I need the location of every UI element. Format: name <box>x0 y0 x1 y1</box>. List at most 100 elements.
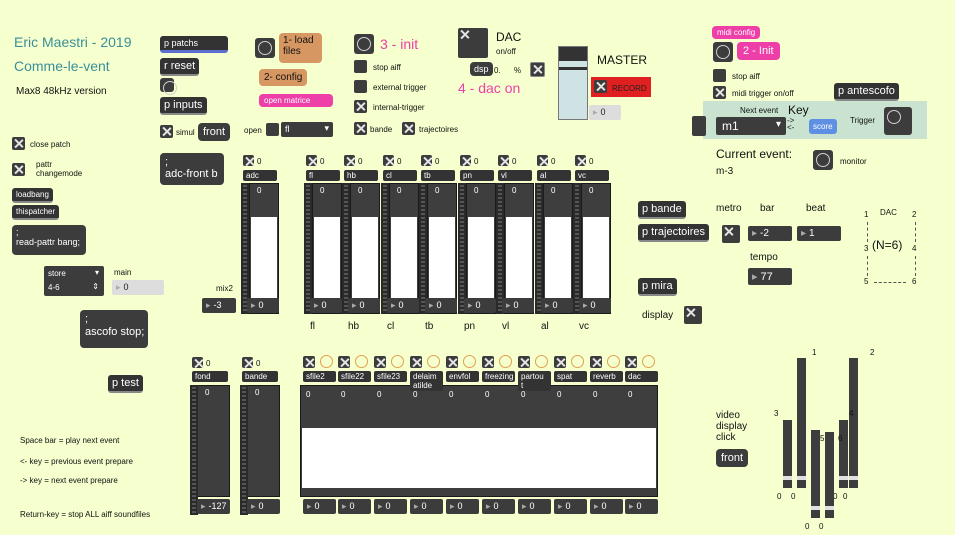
bande-toggle[interactable] <box>242 357 253 368</box>
display-toggle[interactable] <box>684 306 702 324</box>
speaker-slider[interactable] <box>783 420 792 488</box>
effect-toggle[interactable] <box>625 356 637 368</box>
channel-number[interactable]: 0 <box>310 298 342 313</box>
simul-toggle[interactable] <box>160 125 173 138</box>
thispatcher-object[interactable]: thispatcher <box>12 205 60 220</box>
store-umenu[interactable]: store ▾ 4-6 ⇕ <box>44 266 104 296</box>
effect-toggle[interactable] <box>518 356 530 368</box>
open-toggle[interactable] <box>266 123 279 136</box>
midi-trigger-toggle[interactable] <box>713 86 726 99</box>
effect-number[interactable]: 0 <box>518 499 551 514</box>
effect-toggle[interactable] <box>446 356 458 368</box>
channel-fader[interactable] <box>504 183 534 314</box>
open-dropdown[interactable]: fl ▾ <box>281 122 333 137</box>
channel-number[interactable]: 0 <box>541 298 573 313</box>
read-pattr-message[interactable]: ; read-pattr bang; <box>12 225 86 255</box>
master-number[interactable]: 0 <box>589 105 621 120</box>
channel-toggle[interactable] <box>575 155 586 166</box>
effect-toggle[interactable] <box>303 356 315 368</box>
dsp-toggle[interactable] <box>530 62 545 77</box>
effect-number[interactable]: 0 <box>303 499 336 514</box>
adc-front-message[interactable]: ; adc-front b <box>160 153 224 185</box>
channel-fader[interactable] <box>389 183 419 314</box>
beat-number[interactable]: 1 <box>797 226 841 241</box>
load-files-message[interactable]: 1- load files <box>279 33 322 63</box>
event-dropdown[interactable]: m1 ▾ <box>716 117 786 135</box>
pattr-toggle[interactable] <box>12 163 25 176</box>
effects-fader-panel[interactable] <box>300 385 658 497</box>
effect-toggle[interactable] <box>374 356 386 368</box>
speaker-slider[interactable] <box>825 432 834 518</box>
channel-number[interactable]: 0 <box>247 298 279 313</box>
effect-toggle[interactable] <box>410 356 422 368</box>
channel-fader[interactable] <box>312 183 342 314</box>
stop-aiff-toggle[interactable] <box>354 60 367 73</box>
channel-number[interactable]: 0 <box>387 298 419 313</box>
config-message[interactable]: 2- config <box>259 69 308 86</box>
effect-number[interactable]: 0 <box>446 499 479 514</box>
effect-number[interactable]: 0 <box>590 499 623 514</box>
channel-fader[interactable] <box>543 183 573 314</box>
ascofo-stop-message[interactable]: ; ascofo stop; <box>80 310 148 348</box>
p-bande-object[interactable]: p bande <box>638 201 686 219</box>
p-patchs-object[interactable]: p patchs <box>160 36 228 53</box>
effect-number[interactable]: 0 <box>625 499 658 514</box>
channel-fader[interactable] <box>581 183 611 314</box>
main-number[interactable]: 0 <box>112 280 164 295</box>
channel-number[interactable]: 0 <box>464 298 496 313</box>
channel-toggle[interactable] <box>243 155 254 166</box>
event-stepper[interactable] <box>692 116 706 136</box>
metro-toggle[interactable] <box>722 225 740 243</box>
dsp-message[interactable]: dsp <box>470 62 493 76</box>
channel-fader[interactable] <box>249 183 279 314</box>
mix2-number[interactable]: -3 <box>202 298 236 313</box>
p-inputs-object[interactable]: p inputs <box>160 97 207 115</box>
channel-number[interactable]: 0 <box>425 298 457 313</box>
channel-toggle[interactable] <box>306 155 317 166</box>
front-message[interactable]: front <box>198 123 231 141</box>
trajectoires-toggle[interactable] <box>402 122 415 135</box>
init2-message[interactable]: 2 - Init <box>737 42 780 60</box>
loadbang-object[interactable]: loadbang <box>12 188 53 203</box>
reset-bang[interactable] <box>160 78 177 95</box>
speaker-slider[interactable] <box>849 358 858 488</box>
open-matrice-message[interactable]: open matrice <box>259 94 333 107</box>
effect-toggle[interactable] <box>338 356 350 368</box>
effect-number[interactable]: 0 <box>374 499 407 514</box>
fond-number[interactable]: -127 <box>197 499 230 514</box>
bande-toggle[interactable] <box>354 122 367 135</box>
speaker-slider[interactable] <box>811 430 820 518</box>
external-trigger-toggle[interactable] <box>354 80 367 93</box>
master-slider[interactable] <box>558 46 588 120</box>
speaker-slider[interactable] <box>797 358 806 488</box>
channel-toggle[interactable] <box>344 155 355 166</box>
channel-toggle[interactable] <box>537 155 548 166</box>
dac-toggle[interactable] <box>458 28 488 58</box>
fond-toggle[interactable] <box>192 357 203 368</box>
p-test-object[interactable]: p test <box>108 375 143 393</box>
record-toggle[interactable] <box>594 80 607 93</box>
channel-number[interactable]: 0 <box>348 298 380 313</box>
effect-number[interactable]: 0 <box>338 499 371 514</box>
channel-toggle[interactable] <box>498 155 509 166</box>
midi-config-message[interactable]: midi config <box>712 26 761 39</box>
channel-number[interactable]: 0 <box>579 298 611 313</box>
monitor-bang[interactable] <box>813 150 833 170</box>
channel-toggle[interactable] <box>383 155 394 166</box>
r-reset-object[interactable]: r reset <box>160 58 200 76</box>
channel-fader[interactable] <box>427 183 457 314</box>
bande-fader[interactable] <box>247 385 280 497</box>
stop-aiff-right-toggle[interactable] <box>713 69 726 82</box>
channel-number[interactable]: 0 <box>502 298 534 313</box>
channel-fader[interactable] <box>350 183 380 314</box>
internal-trigger-toggle[interactable] <box>354 100 367 113</box>
channel-toggle[interactable] <box>460 155 471 166</box>
close-patch-toggle[interactable] <box>12 137 25 150</box>
init2-bang[interactable] <box>713 42 733 62</box>
trigger-bang[interactable] <box>884 107 912 135</box>
p-trajectoires-object[interactable]: p trajectoires <box>638 224 709 242</box>
effect-toggle[interactable] <box>590 356 602 368</box>
effect-number[interactable]: 0 <box>554 499 587 514</box>
effect-toggle[interactable] <box>482 356 494 368</box>
effect-number[interactable]: 0 <box>410 499 443 514</box>
